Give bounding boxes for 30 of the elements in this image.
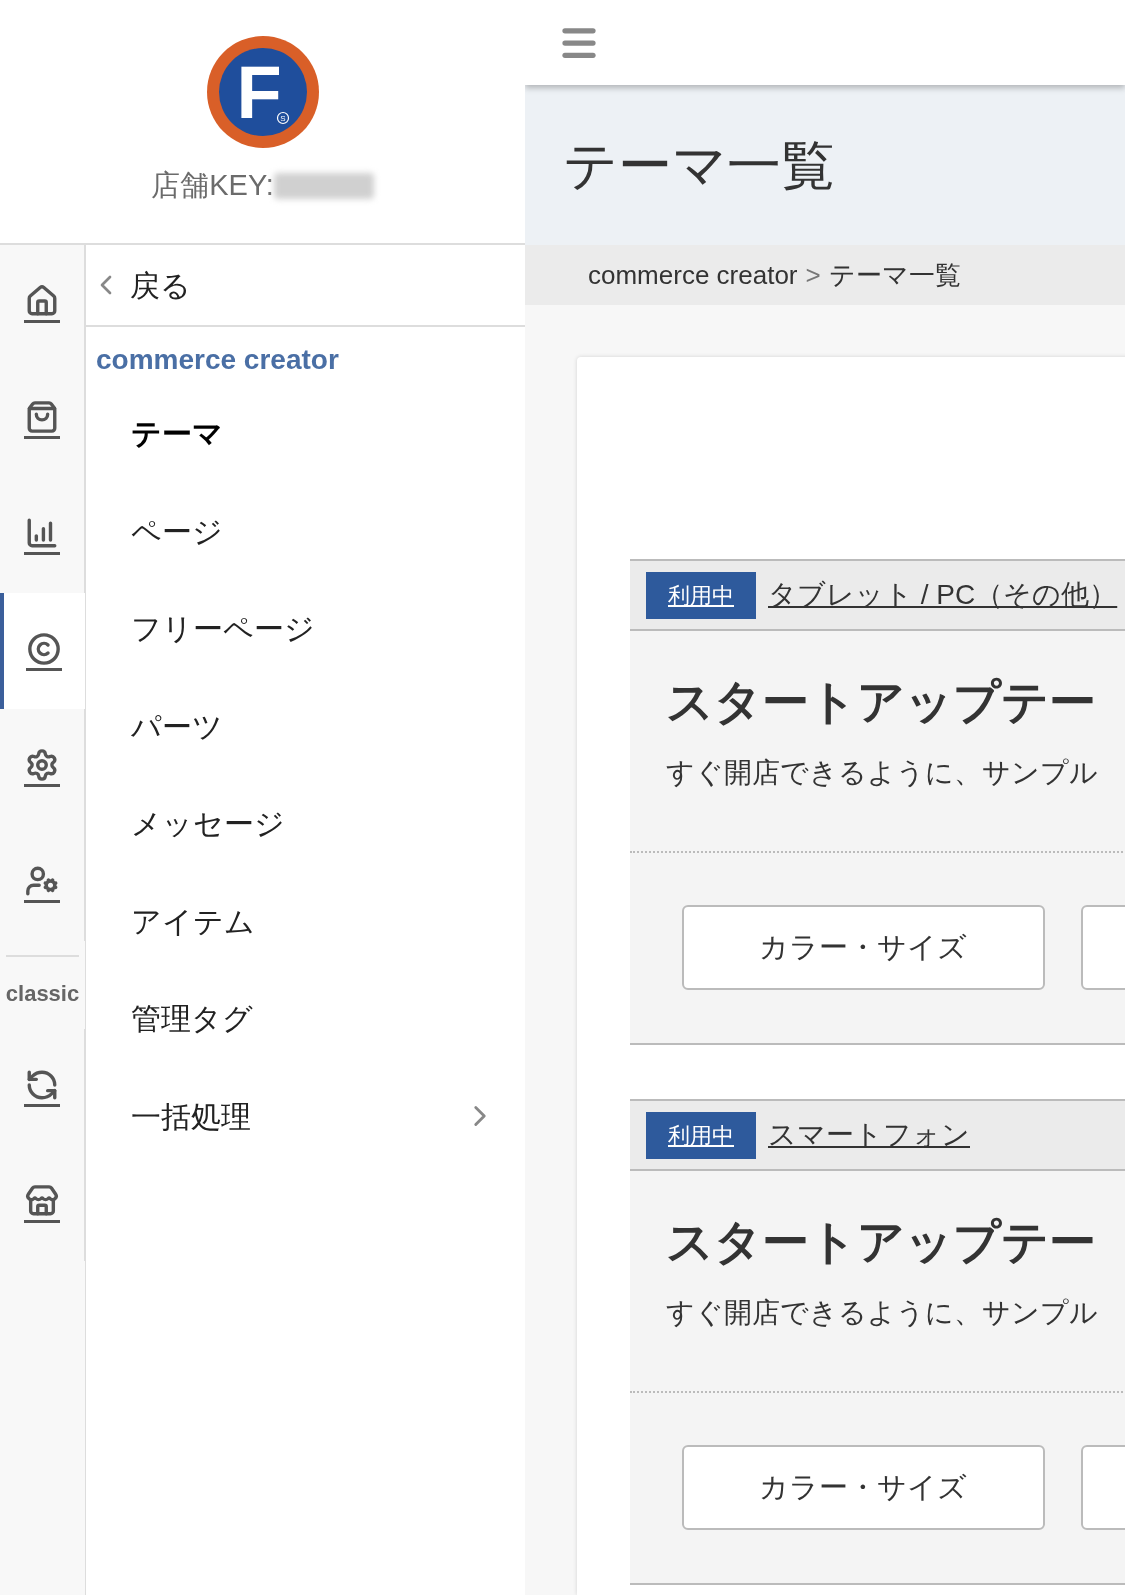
breadcrumb-separator: > bbox=[805, 258, 821, 292]
logo: F S bbox=[206, 35, 319, 148]
store-key-label: 店舗KEY: bbox=[151, 167, 274, 203]
device-link[interactable]: スマートフォン bbox=[768, 1114, 970, 1156]
status-badge[interactable]: 利用中 bbox=[646, 1111, 756, 1159]
menu-item[interactable]: アイテム bbox=[86, 872, 525, 970]
color-size-button[interactable]: カラー・サイズ bbox=[682, 1445, 1045, 1530]
status-badge[interactable]: 利用中 bbox=[646, 571, 756, 619]
theme-description: すぐ開店できるように、サンプル bbox=[666, 755, 1099, 790]
menu-item[interactable]: 一括処理 bbox=[86, 1067, 525, 1165]
menu-item[interactable]: フリーページ bbox=[86, 580, 525, 678]
shopping-bag-icon bbox=[24, 399, 60, 439]
section-heading: commerce creator bbox=[95, 343, 339, 377]
menu-item[interactable]: 管理タグ bbox=[86, 970, 525, 1068]
home-icon bbox=[24, 283, 60, 323]
device-link[interactable]: タブレット / PC（その他） bbox=[768, 574, 1118, 616]
section-label: classic bbox=[5, 979, 80, 1008]
page-title: テーマ一覧 bbox=[563, 133, 835, 197]
menu-item[interactable]: メッセージ bbox=[86, 775, 525, 873]
theme-title: スタートアップテー bbox=[666, 674, 1097, 730]
breadcrumb-item[interactable]: commerce creator bbox=[588, 255, 798, 295]
settings-icon bbox=[24, 747, 60, 787]
color-size-button[interactable]: カラー・サイズ bbox=[682, 905, 1045, 990]
menu-item[interactable]: ページ bbox=[86, 482, 525, 580]
menu-item[interactable]: テーマ bbox=[86, 385, 525, 483]
menu-item[interactable]: パーツ bbox=[86, 677, 525, 775]
c-circle-icon bbox=[26, 631, 62, 671]
theme-description: すぐ開店できるように、サンプル bbox=[666, 1295, 1099, 1330]
theme-title: スタートアップテー bbox=[666, 1214, 1097, 1270]
breadcrumb-item: テーマ一覧 bbox=[828, 258, 961, 292]
